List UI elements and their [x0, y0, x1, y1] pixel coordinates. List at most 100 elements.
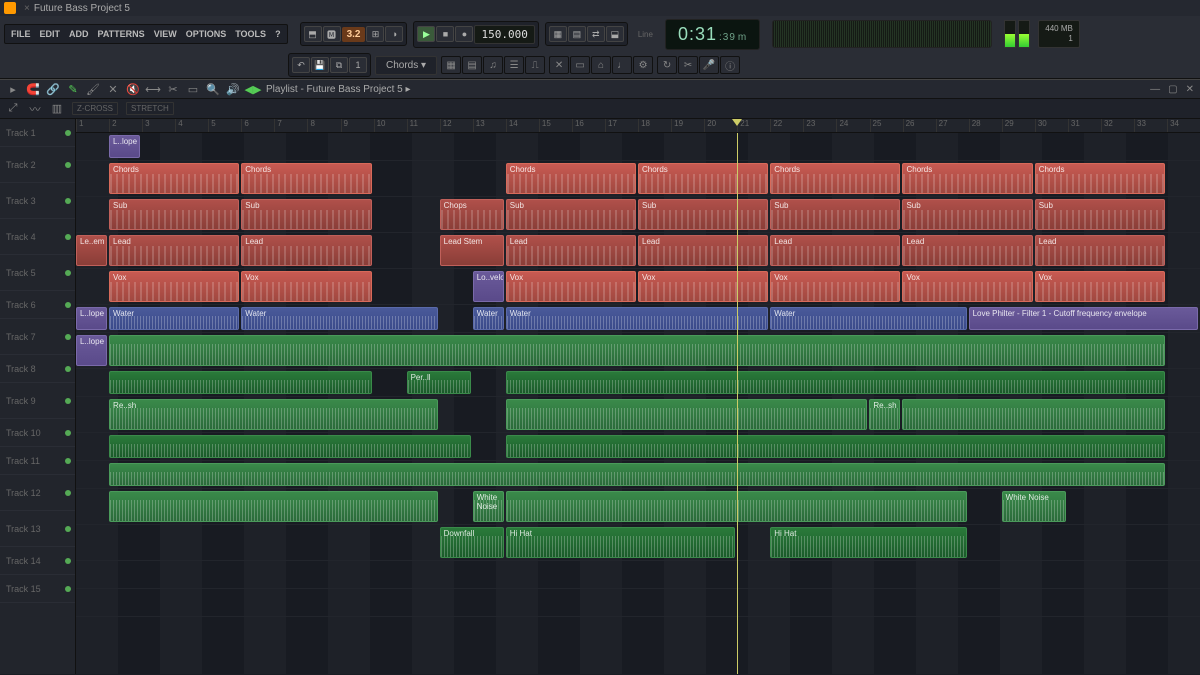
track-row[interactable]: [76, 589, 1200, 617]
draw-tool-icon[interactable]: ✎: [66, 82, 80, 96]
mute-tool-icon[interactable]: 🔇: [126, 82, 140, 96]
clip[interactable]: White Noise: [1002, 491, 1066, 522]
bar-marker[interactable]: 18: [638, 119, 671, 132]
track-row[interactable]: Le..emLeadLeadLead StemLeadLeadLeadLeadL…: [76, 233, 1200, 269]
minimize-icon[interactable]: —: [1150, 84, 1160, 95]
master-waveform-preview[interactable]: [772, 20, 992, 48]
clip[interactable]: Vox: [770, 271, 900, 302]
pattern-selector[interactable]: Chords ▾: [375, 56, 437, 75]
clip[interactable]: Lead Stem: [440, 235, 504, 266]
track-header[interactable]: Track 10: [0, 419, 75, 447]
track-row[interactable]: [76, 561, 1200, 589]
clip[interactable]: Lead: [1035, 235, 1165, 266]
link-icon[interactable]: 🔗: [46, 82, 60, 96]
clip[interactable]: Sub: [1035, 199, 1165, 230]
render-icon[interactable]: ⧉: [330, 57, 348, 73]
bar-marker[interactable]: 32: [1101, 119, 1134, 132]
snap-mode-label[interactable]: Line: [638, 30, 653, 39]
undo-icon[interactable]: ↶: [292, 57, 310, 73]
bar-marker[interactable]: 11: [407, 119, 440, 132]
track-header[interactable]: Track 2: [0, 147, 75, 183]
close-project-icon[interactable]: ×: [24, 3, 30, 14]
clip[interactable]: Chords: [1035, 163, 1165, 194]
bar-marker[interactable]: 7: [274, 119, 307, 132]
bar-marker[interactable]: 3: [142, 119, 175, 132]
clip[interactable]: Water: [506, 307, 768, 330]
shortcut-pianoroll-icon[interactable]: ♫: [483, 56, 503, 74]
track-row[interactable]: Re..shRe..sh: [76, 397, 1200, 433]
playlist-menu-icon[interactable]: ▸: [6, 82, 20, 96]
clip[interactable]: [109, 435, 471, 458]
track-header[interactable]: Track 7: [0, 319, 75, 355]
bar-marker[interactable]: 25: [870, 119, 903, 132]
bar-marker[interactable]: 24: [836, 119, 869, 132]
tempo-display[interactable]: 150.000: [474, 25, 534, 44]
clip[interactable]: Water: [241, 307, 437, 330]
track-row[interactable]: SubSubChopsSubSubSubSubSub: [76, 197, 1200, 233]
track-header[interactable]: Track 8: [0, 355, 75, 383]
shortcut-playlist-icon[interactable]: ▦: [441, 56, 461, 74]
clip[interactable]: Hi Hat: [506, 527, 735, 558]
play-button[interactable]: ▶: [417, 26, 435, 42]
clip[interactable]: Vox: [902, 271, 1032, 302]
stretch-toggle[interactable]: STRETCH: [126, 102, 174, 115]
bar-marker[interactable]: 14: [506, 119, 539, 132]
clip[interactable]: Sub: [902, 199, 1032, 230]
view-piano-roll-icon[interactable]: ▤: [568, 26, 586, 42]
tool-tempo-icon[interactable]: ♩: [612, 56, 632, 74]
track-header[interactable]: Track 1: [0, 119, 75, 147]
tool-plugin-icon[interactable]: ⌂: [591, 56, 611, 74]
clip[interactable]: Water: [109, 307, 239, 330]
bar-marker[interactable]: 31: [1068, 119, 1101, 132]
track-header[interactable]: Track 14: [0, 547, 75, 575]
bar-marker[interactable]: 13: [473, 119, 506, 132]
menu-view[interactable]: VIEW: [150, 27, 181, 41]
track-row[interactable]: White NoiseWhite Noise: [76, 489, 1200, 525]
clip[interactable]: [109, 335, 1165, 366]
count-in-icon[interactable]: ⊞: [366, 26, 384, 42]
track-row[interactable]: L..lope: [76, 133, 1200, 161]
clip[interactable]: Le..em: [76, 235, 107, 266]
overdub-icon[interactable]: ◑: [385, 26, 403, 42]
clip[interactable]: [506, 371, 1165, 394]
menu-help[interactable]: ?: [271, 27, 285, 41]
track-row[interactable]: Per..ll: [76, 369, 1200, 397]
bar-marker[interactable]: 26: [903, 119, 936, 132]
playhead[interactable]: [737, 133, 738, 674]
clip[interactable]: Re..sh: [869, 399, 900, 430]
stop-button[interactable]: ■: [436, 26, 454, 42]
bar-marker[interactable]: 23: [803, 119, 836, 132]
clip[interactable]: Love Philter - Filter 1 - Cutoff frequen…: [969, 307, 1198, 330]
clip[interactable]: Vox: [1035, 271, 1165, 302]
shortcut-stepseq-icon[interactable]: ▤: [462, 56, 482, 74]
clip[interactable]: Sub: [109, 199, 239, 230]
track-row[interactable]: [76, 433, 1200, 461]
clip[interactable]: Chords: [902, 163, 1032, 194]
menu-tools[interactable]: TOOLS: [231, 27, 270, 41]
slip-tool-icon[interactable]: ⟷: [146, 82, 160, 96]
track-row[interactable]: L..lopeWaterWaterWaterWaterWaterLove Phi…: [76, 305, 1200, 333]
zoom-tool-icon[interactable]: 🔍: [206, 82, 220, 96]
zcross-toggle[interactable]: Z-CROSS: [72, 102, 118, 115]
clip[interactable]: Lead: [241, 235, 371, 266]
clip[interactable]: Downfall: [440, 527, 504, 558]
clip[interactable]: Chords: [109, 163, 239, 194]
playlist-state-icon[interactable]: ◀▶: [246, 82, 260, 96]
view-playlist-icon[interactable]: ▦: [549, 26, 567, 42]
bar-marker[interactable]: 30: [1035, 119, 1068, 132]
pattern-number[interactable]: 3.2: [342, 27, 366, 42]
tool-info-icon[interactable]: ⓘ: [720, 56, 740, 74]
clip[interactable]: Lead: [770, 235, 900, 266]
clip[interactable]: L..lope: [76, 335, 107, 366]
timeline-ruler[interactable]: 1234567891011121314151617181920212223242…: [76, 119, 1200, 133]
clip[interactable]: [506, 435, 1165, 458]
track-row[interactable]: ChordsChordsChordsChordsChordsChordsChor…: [76, 161, 1200, 197]
menu-patterns[interactable]: PATTERNS: [94, 27, 149, 41]
track-header[interactable]: Track 4: [0, 219, 75, 255]
maximize-icon[interactable]: ▢: [1168, 84, 1177, 95]
shortcut-channelrack-icon[interactable]: ☰: [504, 56, 524, 74]
clip[interactable]: Vox: [638, 271, 768, 302]
bar-marker[interactable]: 5: [208, 119, 241, 132]
bar-marker[interactable]: 27: [936, 119, 969, 132]
tool-cut-icon[interactable]: ✂: [678, 56, 698, 74]
